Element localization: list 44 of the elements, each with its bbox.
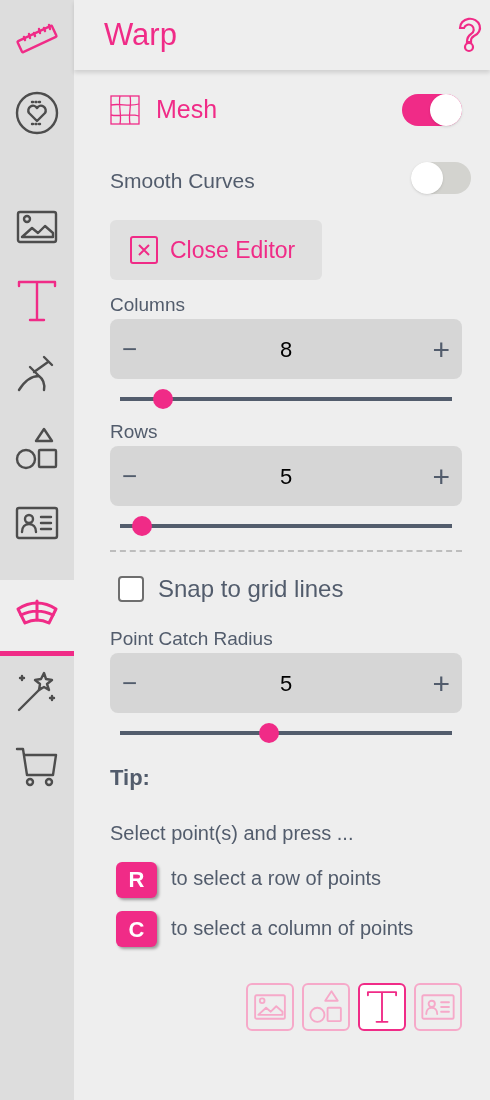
toggle-switch[interactable] [402,94,462,126]
option-label: Smooth Curves [110,168,255,195]
checkbox[interactable] [118,576,144,602]
number-stepper[interactable]: − 5 + [110,653,462,713]
stepper-value: 5 [279,462,293,491]
mesh-label: Mesh [156,94,218,126]
close-icon [130,236,158,264]
tip-text: to select a row of points [171,867,382,889]
slider-thumb[interactable] [132,516,153,536]
shapes-icon [308,989,344,1026]
plus-button[interactable]: + [426,453,450,499]
panel-title: Warp [104,15,177,54]
tip-title: Tip: [110,764,151,792]
help-icon[interactable] [456,17,484,53]
toggle-switch[interactable] [411,161,471,194]
minus-button[interactable]: − [122,329,146,369]
mesh-icon [110,95,140,125]
text-tool-icon [364,989,400,1026]
number-stepper[interactable]: − 5 + [110,446,462,506]
field-label: Rows [110,420,159,444]
heart-badge-icon [14,90,60,136]
slider[interactable] [120,389,452,409]
stepper-value: 8 [279,335,293,364]
field-label: Point Catch Radius [110,627,274,651]
tip-text: Select point(s) and press ... [110,821,355,846]
tip-text: to select a column of points [171,916,414,939]
stepper-value: 5 [279,669,293,698]
minus-button[interactable]: − [122,456,146,496]
slider-thumb[interactable] [259,723,280,743]
number-stepper[interactable]: − 8 + [110,319,462,379]
layer-type-button[interactable] [358,983,406,1032]
slider[interactable] [120,516,452,536]
shapes-icon [14,426,60,472]
minus-button[interactable]: − [122,663,146,703]
sidebar-tool[interactable] [0,580,74,656]
close-editor-button[interactable]: Close Editor [110,220,322,280]
key-cap: C [116,911,157,948]
checkbox-label: Snap to grid lines [158,574,344,604]
slider[interactable] [120,723,452,743]
plus-button[interactable]: + [426,660,450,706]
plus-button[interactable]: + [426,326,450,372]
key-cap: R [116,861,157,898]
slider-thumb[interactable] [152,389,173,409]
field-label: Columns [110,293,186,317]
